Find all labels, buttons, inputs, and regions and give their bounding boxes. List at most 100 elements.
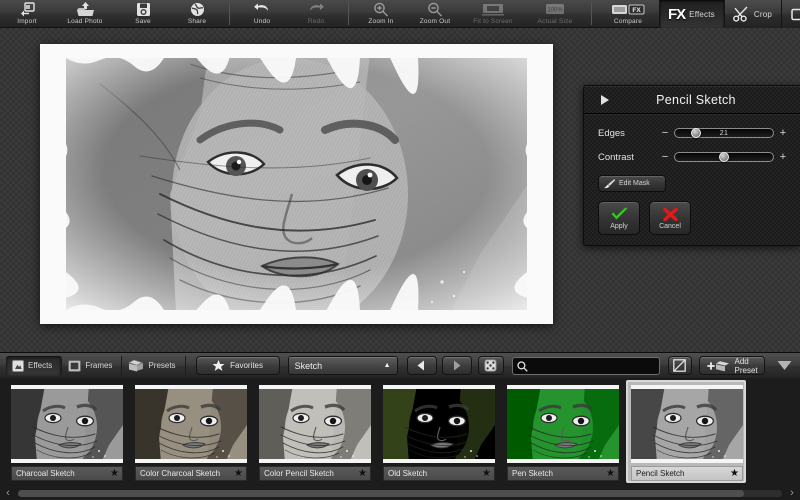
- effect-thumbnail-strip[interactable]: Charcoal Sketch★Color Charcoal Sketch★Co…: [0, 378, 800, 500]
- effect-thumbnail-bar: Old Sketch★: [383, 466, 495, 481]
- toolbar-save-button[interactable]: Save: [116, 0, 170, 27]
- edit-mask-button[interactable]: Edit Mask: [598, 175, 666, 192]
- edited-photo: [40, 44, 553, 324]
- dice-icon: [484, 359, 497, 372]
- effect-thumbnail-label: Pencil Sketch: [636, 469, 684, 478]
- scrollbar-thumb[interactable]: [18, 490, 744, 497]
- toolbar-import-label: Import: [17, 18, 37, 26]
- slider-row-contrast: Contrast − 50 +: [598, 148, 788, 166]
- toolbar-zoom-in-label: Zoom In: [368, 18, 393, 26]
- check-icon: [610, 207, 629, 222]
- toolbar-share-label: Share: [188, 18, 206, 26]
- favorite-star-icon[interactable]: ★: [606, 469, 615, 479]
- effect-thumbnail[interactable]: Pen Sketch ★: [502, 380, 622, 483]
- effect-panel-body: Edges − 21 + Contrast − 50 +: [584, 114, 800, 235]
- search-input[interactable]: [530, 361, 659, 371]
- toolbar-load-photo-button[interactable]: Load Photo: [54, 0, 116, 27]
- scroll-right-arrow[interactable]: ›: [784, 487, 800, 499]
- arrow-right-icon: [451, 360, 462, 371]
- collapse-panel-button[interactable]: [777, 360, 792, 371]
- add-preset-button[interactable]: Add Preset: [699, 356, 765, 375]
- favorite-star-icon[interactable]: ★: [482, 469, 491, 479]
- effect-settings-panel: Pencil Sketch Edges − 21 + Contrast −: [583, 85, 800, 246]
- next-effect-button[interactable]: [442, 356, 472, 375]
- apply-button[interactable]: Apply: [598, 201, 640, 235]
- zoom-in-icon: [373, 2, 389, 17]
- edges-increment-button[interactable]: +: [778, 128, 788, 138]
- bottom-tab-frames-label: Frames: [85, 361, 112, 370]
- share-icon: [190, 2, 205, 17]
- effect-thumbnail[interactable]: Old Sketch★: [378, 380, 498, 483]
- effect-thumbnail-bar: Pen Sketch ★: [507, 466, 619, 481]
- svg-text:100%: 100%: [547, 7, 563, 13]
- effect-thumbnail-bar: Charcoal Sketch ★: [11, 466, 123, 481]
- effect-thumbnail-label: Pen Sketch: [512, 469, 553, 478]
- bottom-tab-presets-label: Presets: [148, 361, 175, 370]
- effect-thumbnail-image: [11, 385, 123, 463]
- contrast-slider-knob[interactable]: [719, 152, 729, 162]
- tab-effects[interactable]: FX Effects: [659, 0, 724, 28]
- toolbar-load-photo-label: Load Photo: [67, 18, 102, 26]
- effect-thumbnail[interactable]: Pencil Sketch ★: [626, 380, 746, 483]
- toolbar-redo-label: Redo: [308, 18, 324, 26]
- add-folder-icon: [706, 360, 730, 372]
- split-view-button[interactable]: [668, 356, 692, 375]
- contrast-increment-button[interactable]: +: [778, 152, 788, 162]
- scroll-left-arrow[interactable]: ‹: [0, 487, 16, 499]
- contrast-slider-label: Contrast: [598, 152, 660, 163]
- effect-thumbnail[interactable]: Charcoal Sketch ★: [6, 380, 126, 483]
- toolbar-zoom-in-button[interactable]: Zoom In: [354, 0, 408, 27]
- toolbar-save-label: Save: [135, 18, 151, 26]
- play-triangle-icon[interactable]: [601, 95, 609, 105]
- effect-thumbnail-image: [631, 385, 743, 463]
- search-box[interactable]: [512, 357, 660, 375]
- effect-thumbnail-bar: Color Pencil Sketch★: [259, 466, 371, 481]
- previous-effect-button[interactable]: [407, 356, 437, 375]
- favorite-star-icon[interactable]: ★: [110, 469, 119, 479]
- tab-crop-label: Crop: [754, 10, 772, 19]
- contrast-decrement-button[interactable]: −: [660, 152, 670, 162]
- favorite-star-icon[interactable]: ★: [234, 469, 243, 479]
- bottom-tab-presets[interactable]: Presets: [122, 356, 185, 376]
- effect-thumbnail[interactable]: Color Pencil Sketch★: [254, 380, 374, 483]
- contrast-slider-track[interactable]: 50: [674, 152, 774, 162]
- slider-row-edges: Edges − 21 +: [598, 124, 788, 142]
- edges-slider-knob[interactable]: [691, 128, 701, 138]
- tab-crop[interactable]: Crop: [724, 0, 781, 28]
- favorites-button[interactable]: Favorites: [196, 356, 280, 375]
- apply-label: Apply: [610, 223, 628, 230]
- edges-slider-track[interactable]: 21: [674, 128, 774, 138]
- toolbar-undo-button[interactable]: Undo: [235, 0, 289, 27]
- toolbar-share-button[interactable]: Share: [170, 0, 224, 27]
- effect-thumbnail[interactable]: Color Charcoal Sketch★: [130, 380, 250, 483]
- tab-rotate[interactable]: Rotate: [781, 0, 800, 28]
- favorite-star-icon[interactable]: ★: [358, 469, 367, 479]
- toolbar-zoom-out-button[interactable]: Zoom Out: [408, 0, 462, 27]
- toolbar-redo-button[interactable]: Redo: [289, 0, 343, 27]
- toolbar-compare-button[interactable]: FX Compare: [597, 0, 659, 27]
- category-dropdown[interactable]: Sketch ▲: [288, 356, 398, 375]
- toolbar-import-button[interactable]: Import: [0, 0, 54, 27]
- toolbar-divider-3: [591, 2, 592, 25]
- bottom-tab-effects[interactable]: Effects: [6, 356, 62, 376]
- edges-decrement-button[interactable]: −: [660, 128, 670, 138]
- thumbnail-scrollbar[interactable]: ‹ ›: [0, 486, 800, 500]
- photo-frame: [40, 44, 553, 324]
- toolbar-fit-to-screen-button[interactable]: Fit to Screen: [462, 0, 524, 27]
- app-window: Import Load Photo Save Share: [0, 0, 800, 500]
- zoom-out-icon: [427, 2, 443, 17]
- toolbar-actual-size-button[interactable]: 100% Actual Size: [524, 0, 586, 27]
- random-effect-button[interactable]: [478, 356, 504, 375]
- edges-slider-value: 21: [675, 129, 773, 137]
- favorite-star-icon[interactable]: ★: [730, 469, 739, 479]
- image-canvas[interactable]: Pencil Sketch Edges − 21 + Contrast −: [0, 28, 800, 352]
- scrollbar-track[interactable]: [18, 490, 782, 497]
- effect-thumbnail-label: Charcoal Sketch: [16, 469, 75, 478]
- effect-thumbnail-image: [507, 385, 619, 463]
- toolbar-zoom-out-label: Zoom Out: [420, 18, 451, 26]
- split-view-icon: [673, 359, 686, 372]
- bottom-tab-frames[interactable]: Frames: [62, 356, 122, 376]
- cancel-button[interactable]: Cancel: [649, 201, 691, 235]
- frames-icon: [68, 360, 81, 372]
- brush-icon: [603, 178, 616, 189]
